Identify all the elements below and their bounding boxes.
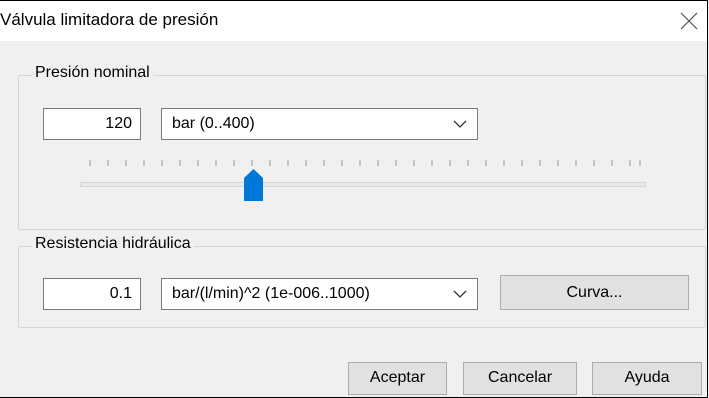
slider-thumb[interactable] (244, 169, 263, 201)
chevron-down-icon (453, 120, 467, 128)
title-bar: Válvula limitadora de presión (0, 1, 707, 41)
dialog-window: Válvula limitadora de presión Presión no… (0, 0, 708, 398)
nominal-pressure-unit-select[interactable]: bar (0..400) (161, 108, 478, 140)
hydraulic-resistance-unit-value: bar/(l/min)^2 (1e-006..1000) (172, 285, 370, 302)
help-button[interactable]: Ayuda (592, 362, 702, 395)
chevron-down-icon (453, 290, 467, 298)
dialog-title: Válvula limitadora de presión (0, 10, 219, 29)
close-icon[interactable] (678, 10, 700, 32)
cancel-button[interactable]: Cancelar (463, 362, 577, 395)
nominal-pressure-label: Presión nominal (32, 64, 153, 82)
accept-button[interactable]: Aceptar (348, 362, 447, 395)
nominal-pressure-unit-value: bar (0..400) (172, 115, 255, 132)
hydraulic-resistance-unit-select[interactable]: bar/(l/min)^2 (1e-006..1000) (161, 278, 478, 310)
curve-button[interactable]: Curva... (500, 275, 689, 310)
slider-track[interactable] (80, 182, 646, 187)
nominal-pressure-input[interactable]: 120 (43, 108, 141, 140)
hydraulic-resistance-input[interactable]: 0.1 (43, 278, 141, 310)
hydraulic-resistance-label: Resistencia hidráulica (32, 235, 194, 253)
nominal-pressure-group (18, 75, 706, 230)
slider-ticks (89, 160, 641, 166)
